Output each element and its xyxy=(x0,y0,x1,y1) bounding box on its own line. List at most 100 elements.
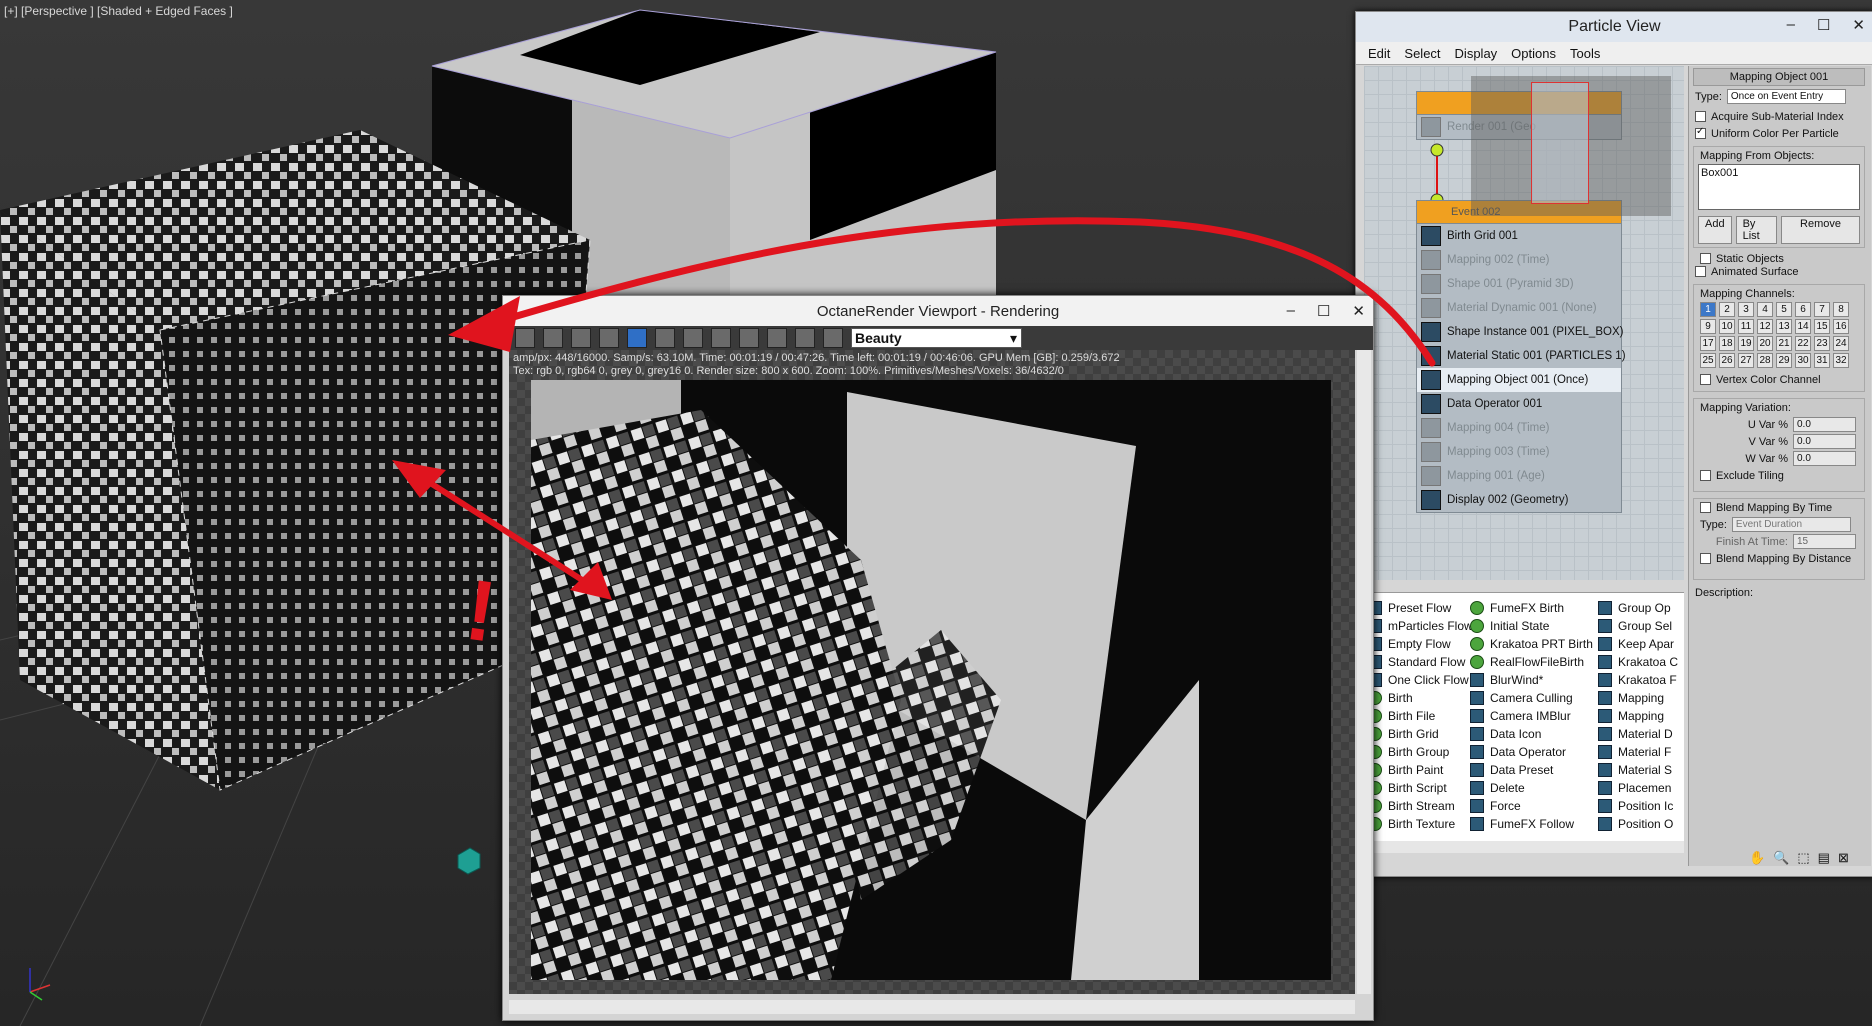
depot-item[interactable]: One Click Flow xyxy=(1368,671,1473,689)
operator-item[interactable]: Mapping 001 (Age) xyxy=(1417,464,1621,488)
minimize-button[interactable]: – xyxy=(1787,16,1795,34)
mapping-channel-button[interactable]: 13 xyxy=(1776,319,1792,334)
by-list-button[interactable]: By List xyxy=(1735,216,1778,244)
mapping-channel-button[interactable]: 12 xyxy=(1757,319,1773,334)
uniform-color-checkbox[interactable] xyxy=(1695,128,1706,139)
mapping-channel-button[interactable]: 1 xyxy=(1700,302,1716,317)
render-area[interactable]: amp/px: 448/16000. Samp/s: 63.10M. Time:… xyxy=(509,350,1355,994)
depot-item[interactable]: Preset Flow xyxy=(1368,599,1473,617)
mapping-channel-button[interactable]: 6 xyxy=(1795,302,1811,317)
depot-item[interactable]: RealFlowFileBirth xyxy=(1470,653,1593,671)
depot-item[interactable]: Group Op xyxy=(1598,599,1678,617)
depot-item[interactable]: Group Sel xyxy=(1598,617,1678,635)
depot-item[interactable]: Material D xyxy=(1598,725,1678,743)
mapping-channel-button[interactable]: 9 xyxy=(1700,319,1716,334)
depot-item[interactable]: Birth Group xyxy=(1368,743,1473,761)
zoom-extents-icon[interactable]: ▤ xyxy=(1818,850,1830,866)
octane-titlebar[interactable]: OctaneRender Viewport - Rendering – ☐ ✕ xyxy=(503,296,1373,326)
depot-item[interactable]: Birth Paint xyxy=(1368,761,1473,779)
operator-item[interactable]: Material Dynamic 001 (None) xyxy=(1417,296,1621,320)
operator-item[interactable]: Material Static 001 (PARTICLES 1) xyxy=(1417,344,1626,368)
depot-item[interactable]: Birth File xyxy=(1368,707,1473,725)
maximize-button[interactable]: ☐ xyxy=(1817,16,1830,34)
operator-item[interactable]: Mapping Object 001 (Once) xyxy=(1417,368,1621,392)
remove-button[interactable]: Remove xyxy=(1781,216,1860,244)
minimize-button[interactable]: – xyxy=(1287,302,1295,320)
finish-time-spinner[interactable]: 15 xyxy=(1793,534,1856,549)
mapping-channel-button[interactable]: 20 xyxy=(1757,336,1773,351)
pan-icon[interactable]: ✋ xyxy=(1749,850,1765,866)
no-zoom-icon[interactable]: ⊠ xyxy=(1838,850,1849,866)
event-002[interactable]: Event 002 Birth Grid 001 Mapping 002 (Tim… xyxy=(1416,200,1626,513)
mapping-channel-button[interactable]: 15 xyxy=(1814,319,1830,334)
depot-item[interactable]: Data Operator xyxy=(1470,743,1593,761)
mapping-channel-button[interactable]: 30 xyxy=(1795,353,1811,368)
mapping-channel-button[interactable]: 2 xyxy=(1719,302,1735,317)
pause-icon[interactable] xyxy=(627,328,647,348)
depot-item[interactable]: Force xyxy=(1470,797,1593,815)
render-pass-select[interactable]: Beauty xyxy=(851,328,1022,348)
operator-item[interactable]: Mapping 002 (Time) xyxy=(1417,248,1621,272)
menu-select[interactable]: Select xyxy=(1404,46,1440,61)
blend-type-dropdown[interactable]: Event Duration xyxy=(1731,517,1851,532)
blend-time-checkbox[interactable] xyxy=(1700,502,1711,513)
mapping-channel-button[interactable]: 4 xyxy=(1757,302,1773,317)
mapping-channel-button[interactable]: 7 xyxy=(1814,302,1830,317)
mapping-channel-button[interactable]: 24 xyxy=(1833,336,1849,351)
send-scene-icon[interactable] xyxy=(515,328,535,348)
focus-picker-icon[interactable] xyxy=(683,328,703,348)
operator-item[interactable]: Shape Instance 001 (PIXEL_BOX) xyxy=(1417,320,1623,344)
depot-item[interactable]: Mapping xyxy=(1598,707,1678,725)
region-render-icon[interactable] xyxy=(739,328,759,348)
mapping-channel-button[interactable]: 23 xyxy=(1814,336,1830,351)
depot-item[interactable]: Empty Flow xyxy=(1368,635,1473,653)
menu-tools[interactable]: Tools xyxy=(1570,46,1600,61)
depot-scrollbar[interactable] xyxy=(1364,841,1684,853)
depot-item[interactable]: Krakatoa C xyxy=(1598,653,1678,671)
exclude-tiling-checkbox[interactable] xyxy=(1700,470,1711,481)
mapping-channel-button[interactable]: 18 xyxy=(1719,336,1735,351)
mapping-channel-button[interactable]: 26 xyxy=(1719,353,1735,368)
depot-item[interactable]: Delete xyxy=(1470,779,1593,797)
depot-item[interactable]: FumeFX Birth xyxy=(1470,599,1593,617)
vertical-scrollbar[interactable] xyxy=(1357,350,1371,994)
operator-item[interactable]: Mapping 004 (Time) xyxy=(1417,416,1621,440)
mapping-channel-button[interactable]: 16 xyxy=(1833,319,1849,334)
graph-navigator[interactable] xyxy=(1471,76,1671,216)
blend-distance-checkbox[interactable] xyxy=(1700,553,1711,564)
operator-item[interactable]: Mapping 003 (Time) xyxy=(1417,440,1621,464)
depot-item[interactable]: Krakatoa PRT Birth xyxy=(1470,635,1593,653)
depot-item[interactable]: Birth Script xyxy=(1368,779,1473,797)
mapping-channel-button[interactable]: 27 xyxy=(1738,353,1754,368)
zoom-icon[interactable]: 🔍 xyxy=(1773,850,1789,866)
menu-edit[interactable]: Edit xyxy=(1368,46,1390,61)
depot-item[interactable]: Standard Flow xyxy=(1368,653,1473,671)
mapping-channel-button[interactable]: 14 xyxy=(1795,319,1811,334)
depot-item[interactable]: Data Icon xyxy=(1470,725,1593,743)
operator-item[interactable]: Birth Grid 001 xyxy=(1417,224,1621,248)
mapping-channel-button[interactable]: 32 xyxy=(1833,353,1849,368)
depot-item[interactable]: Birth xyxy=(1368,689,1473,707)
mapping-channel-button[interactable]: 19 xyxy=(1738,336,1754,351)
depot-item[interactable]: Krakatoa F xyxy=(1598,671,1678,689)
restart-icon[interactable] xyxy=(571,328,591,348)
mapping-channel-button[interactable]: 5 xyxy=(1776,302,1792,317)
mapping-channel-button[interactable]: 21 xyxy=(1776,336,1792,351)
settings-icon[interactable] xyxy=(823,328,843,348)
zoom-region-icon[interactable]: ⬚ xyxy=(1797,850,1809,866)
depot-item[interactable]: Mapping xyxy=(1598,689,1678,707)
object-list-item[interactable]: Box001 xyxy=(1701,167,1857,179)
depot-item[interactable]: Data Preset xyxy=(1470,761,1593,779)
horizontal-scrollbar[interactable] xyxy=(509,1000,1355,1014)
mapping-channel-button[interactable]: 31 xyxy=(1814,353,1830,368)
rollout-title[interactable]: Mapping Object 001 xyxy=(1693,68,1865,86)
mapping-channel-button[interactable]: 28 xyxy=(1757,353,1773,368)
menu-display[interactable]: Display xyxy=(1455,46,1498,61)
depot-item[interactable]: Position O xyxy=(1598,815,1678,833)
save-image-icon[interactable] xyxy=(543,328,563,348)
color-picker-icon[interactable] xyxy=(711,328,731,348)
mapping-channel-button[interactable]: 3 xyxy=(1738,302,1754,317)
operator-item[interactable]: Data Operator 001 xyxy=(1417,392,1621,416)
mapping-channel-button[interactable]: 25 xyxy=(1700,353,1716,368)
depot-item[interactable]: Camera Culling xyxy=(1470,689,1593,707)
